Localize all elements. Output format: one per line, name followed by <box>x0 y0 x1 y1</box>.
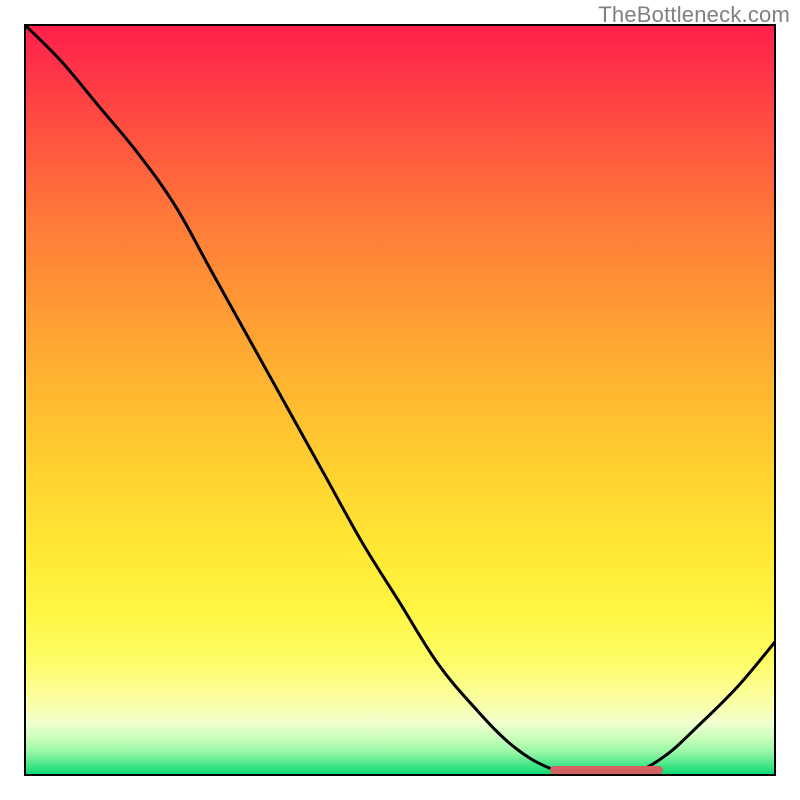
optimal-range-marker <box>550 766 663 774</box>
watermark-text: TheBottleneck.com <box>598 2 790 28</box>
chart-curve <box>24 24 776 776</box>
chart-area <box>24 24 776 776</box>
